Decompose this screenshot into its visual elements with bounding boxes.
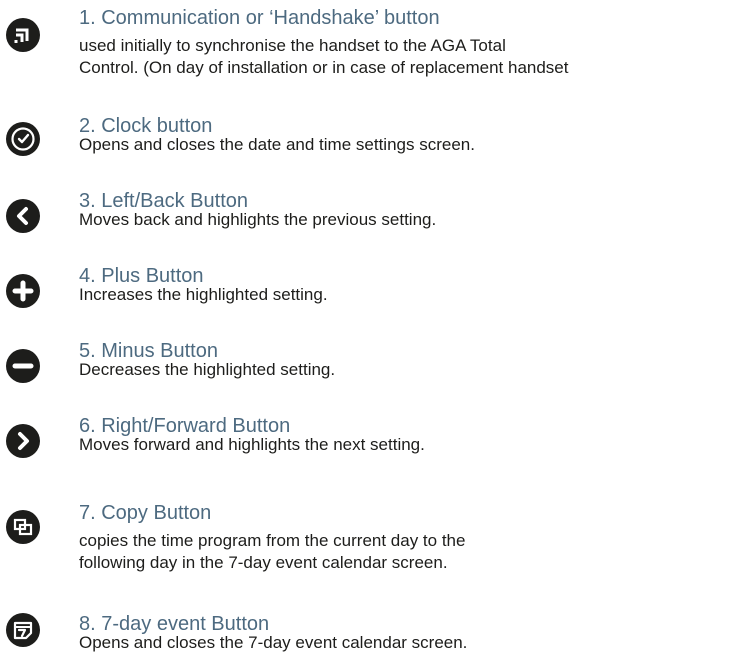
- copy-icon: [6, 510, 40, 544]
- item-description-line: used initially to synchronise the handse…: [79, 36, 506, 55]
- chevron-left-icon: [6, 199, 40, 233]
- item-title: 7. Copy Button: [79, 502, 212, 524]
- item-description-line: Opens and closes the date and time setti…: [79, 135, 475, 154]
- item-description-line: Decreases the highlighted setting.: [79, 360, 336, 379]
- item-description-line: Moves forward and highlights the next se…: [79, 435, 425, 454]
- clock-icon: [6, 122, 40, 156]
- item-description-line: Opens and closes the 7-day event calenda…: [79, 633, 468, 652]
- handshake-icon: [6, 18, 40, 52]
- plus-icon: [6, 274, 40, 308]
- item-description-line: copies the time program from the current…: [79, 531, 466, 550]
- calendar-7-icon: [6, 613, 40, 647]
- item-title: 1. Communication or ‘Handshake’ button: [79, 7, 440, 29]
- minus-icon: [6, 349, 40, 383]
- item-description-line: Control. (On day of installation or in c…: [79, 58, 569, 77]
- item-description-line: Increases the highlighted setting.: [79, 285, 328, 304]
- chevron-right-icon: [6, 424, 40, 458]
- item-description-line: following day in the 7-day event calenda…: [79, 553, 448, 572]
- item-description-line: Moves back and highlights the previous s…: [79, 210, 437, 229]
